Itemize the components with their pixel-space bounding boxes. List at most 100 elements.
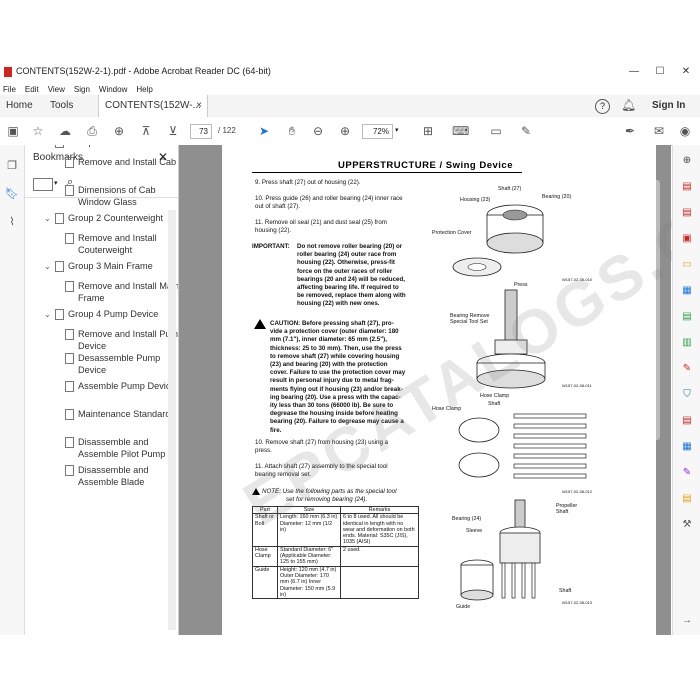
- redact-icon[interactable]: ▦: [681, 441, 693, 453]
- menu-file[interactable]: File: [3, 85, 16, 94]
- bookmark-page-icon: [65, 233, 74, 244]
- menu-edit[interactable]: Edit: [25, 85, 39, 94]
- page-thumbnails-icon[interactable]: ❐: [5, 159, 19, 173]
- star-icon[interactable]: ☆: [30, 123, 46, 139]
- bookmark-item[interactable]: Remove and Install Main Frame: [65, 280, 178, 304]
- bookmark-item[interactable]: Remove and Install Pump Device: [65, 328, 179, 352]
- export-pdf-icon[interactable]: ▤: [681, 181, 693, 193]
- attachment-icon[interactable]: ⌇: [5, 215, 19, 229]
- menu-window[interactable]: Window: [99, 85, 127, 94]
- cell-size: Standard Diameter: 6" (Applicable Diamet…: [277, 545, 341, 567]
- scan-ocr-icon[interactable]: ▥: [681, 337, 693, 349]
- send-for-review-icon[interactable]: ▤: [681, 493, 693, 505]
- pdf-file-icon: [4, 67, 12, 77]
- options-chevron-icon[interactable]: ▾: [54, 179, 58, 187]
- tab-home[interactable]: Home: [6, 95, 33, 117]
- select-cursor-icon[interactable]: ➤: [256, 123, 272, 139]
- table-row: Guide Height: 120 mm (4.7 in) Outer Diam…: [252, 565, 419, 600]
- expand-chevron-icon[interactable]: ⌄: [44, 213, 51, 225]
- bookmark-item[interactable]: Remove and Install Cab: [65, 156, 178, 168]
- bookmark-item[interactable]: Dimensions of Cab Window Glass: [65, 184, 178, 208]
- sign-in-link[interactable]: Sign In: [652, 100, 685, 111]
- tab-bar: Home Tools CONTENTS(152W-... × ? 🔔︎ Sign…: [0, 95, 700, 118]
- combine-files-icon[interactable]: ▣: [681, 233, 693, 245]
- comment-icon[interactable]: ▭: [488, 123, 504, 139]
- figure-clamp-diagram: [458, 413, 587, 479]
- menu-help[interactable]: Help: [136, 85, 152, 94]
- zoom-in-icon[interactable]: ⊕: [337, 123, 353, 139]
- more-tools-icon[interactable]: ⚒: [681, 519, 693, 531]
- zoom-dropdown-chevron-icon[interactable]: ▾: [395, 126, 399, 134]
- main-toolbar: ▣ ☆ ☁ ⎙ ⊕ ⊼ ⊻ 73 / 122 ➤ ✋︎ ⊖ ⊕ 72% ▾ ⊞ …: [0, 117, 700, 146]
- expand-chevron-icon[interactable]: ⌄: [44, 145, 51, 149]
- step-10-line2: out of shaft (27).: [255, 203, 301, 210]
- page-total: / 122: [218, 126, 236, 135]
- bookmark-page-icon: [55, 213, 64, 224]
- bookmarks-scrollbar[interactable]: [168, 210, 176, 630]
- bell-icon[interactable]: 🔔︎: [621, 98, 636, 112]
- window-title: CONTENTS(152W-2-1).pdf - Adobe Acrobat R…: [16, 66, 271, 76]
- bookmark-item[interactable]: Group 1 Cab ⌄: [44, 145, 178, 148]
- bookmark-item[interactable]: Disassemble and Assemble Blade: [65, 464, 178, 488]
- minimize-button[interactable]: —: [625, 65, 643, 79]
- zoom-tool-icon[interactable]: ⊕: [681, 155, 693, 167]
- expand-chevron-icon[interactable]: ⌄: [44, 309, 51, 321]
- bookmark-page-icon: [65, 185, 74, 196]
- bookmark-label: Disassemble and Assemble Blade: [78, 465, 149, 487]
- bookmark-item[interactable]: Disassemble and Assemble Pilot Pump: [65, 436, 178, 460]
- fig1-label-bearing: Bearing (20): [542, 194, 572, 200]
- zoom-search-icon[interactable]: ⊕: [111, 123, 127, 139]
- zoom-out-icon[interactable]: ⊖: [310, 123, 326, 139]
- bookmark-item[interactable]: Assemble Pump Device: [65, 380, 178, 392]
- print-icon[interactable]: ⎙: [84, 123, 100, 139]
- fig1-label-cover: Protection Cover: [432, 230, 472, 236]
- hand-tool-icon[interactable]: ✋︎: [284, 123, 300, 139]
- cloud-upload-icon[interactable]: ☁: [57, 123, 73, 139]
- organize-pages-icon[interactable]: ▦: [681, 285, 693, 297]
- bookmark-options-icon[interactable]: [33, 178, 53, 191]
- collapse-pane-icon[interactable]: →: [681, 615, 693, 627]
- bookmark-item[interactable]: Desassemble Pump Device: [65, 352, 178, 376]
- bookmark-label: Assemble Pump Device: [78, 381, 176, 391]
- bookmark-item[interactable]: Group 4 Pump Device ⌄: [44, 308, 178, 320]
- bookmark-icon[interactable]: 🔖︎: [5, 187, 19, 201]
- important-line: housing (22). Otherwise, press-fit: [297, 259, 395, 267]
- pen-icon[interactable]: ✎: [518, 123, 534, 139]
- bookmark-item[interactable]: Group 2 Counterweight ⌄: [44, 212, 178, 224]
- bookmark-page-icon: [65, 329, 74, 340]
- sign-pen-icon[interactable]: ✒: [622, 123, 638, 139]
- create-pdf-icon[interactable]: ▤: [681, 207, 693, 219]
- edit-pdf-icon[interactable]: ▤: [681, 311, 693, 323]
- mail-icon[interactable]: ✉: [651, 123, 667, 139]
- page-number-input[interactable]: 73: [190, 124, 212, 139]
- bookmark-item[interactable]: Maintenance Standard: [65, 408, 178, 420]
- fig1-label-housing: Housing (23): [460, 197, 491, 203]
- close-tab-icon[interactable]: ×: [196, 95, 202, 117]
- maximize-button[interactable]: ☐: [651, 65, 669, 79]
- protect-icon[interactable]: ⛉: [681, 389, 693, 401]
- zoom-level-input[interactable]: 72%: [362, 124, 393, 139]
- bookmark-page-icon: [65, 381, 74, 392]
- important-text: Do not remove roller bearing (20) or roll…: [297, 243, 406, 309]
- previous-page-icon[interactable]: ⊼: [138, 123, 154, 139]
- save-icon[interactable]: ▣: [5, 123, 21, 139]
- tab-tools[interactable]: Tools: [50, 95, 73, 117]
- expand-chevron-icon[interactable]: ⌄: [44, 261, 51, 273]
- menu-view[interactable]: View: [48, 85, 65, 94]
- compress-icon[interactable]: ▤: [681, 415, 693, 427]
- user-search-icon[interactable]: ◉: [677, 123, 693, 139]
- fill-sign-icon[interactable]: ✎: [681, 363, 693, 375]
- keyboard-icon[interactable]: ⌨: [452, 123, 469, 139]
- bookmark-item[interactable]: Group 3 Main Frame ⌄: [44, 260, 178, 272]
- comment-tool-icon[interactable]: ▭: [681, 259, 693, 271]
- bookmark-item[interactable]: Remove and Install Couterweight: [65, 232, 178, 256]
- close-window-button[interactable]: ✕: [677, 65, 695, 79]
- tab-document[interactable]: CONTENTS(152W-... ×: [98, 95, 208, 117]
- sign-tool-icon[interactable]: ✎: [681, 467, 693, 479]
- bookmark-label: Remove and Install Pump Device: [78, 329, 179, 351]
- page-fit-icon[interactable]: ⊞: [420, 123, 436, 139]
- help-icon[interactable]: ?: [595, 99, 610, 114]
- menu-sign[interactable]: Sign: [74, 85, 90, 94]
- fig4-label-shaft: Shaft: [559, 588, 572, 594]
- next-page-icon[interactable]: ⊻: [165, 123, 181, 139]
